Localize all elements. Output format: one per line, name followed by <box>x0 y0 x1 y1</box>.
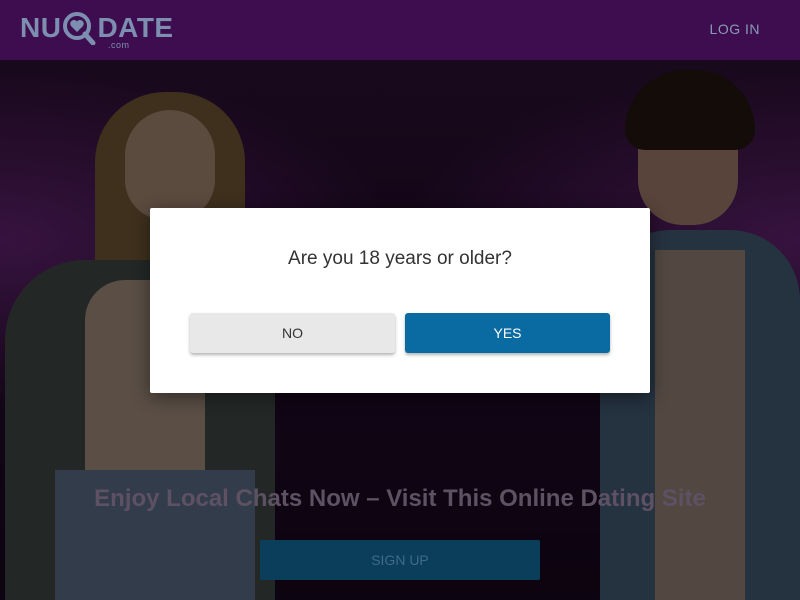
heart-magnifier-icon <box>63 12 96 45</box>
signup-button[interactable]: SIGN UP <box>260 540 540 580</box>
hero-tagline: Enjoy Local Chats Now – Visit This Onlin… <box>94 485 706 512</box>
site-header: NU DATE .com LOG IN <box>0 0 800 60</box>
age-verification-dialog: Are you 18 years or older? NO YES <box>150 208 650 393</box>
logo-suffix: .com <box>108 40 130 50</box>
yes-button[interactable]: YES <box>405 313 610 353</box>
site-logo[interactable]: NU DATE .com <box>20 12 174 50</box>
logo-text-left: NU <box>20 12 62 43</box>
age-question: Are you 18 years or older? <box>288 248 512 269</box>
login-link[interactable]: LOG IN <box>710 21 760 37</box>
no-button[interactable]: NO <box>190 313 395 353</box>
